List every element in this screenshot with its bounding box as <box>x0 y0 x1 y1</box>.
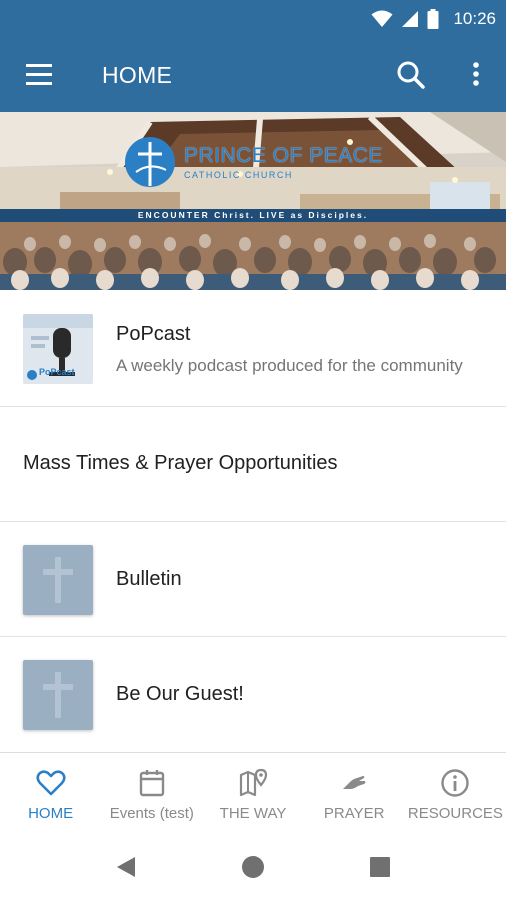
list-item-popcast[interactable]: PoPcast PoPcast A weekly podcast produce… <box>0 290 506 407</box>
status-bar: 10:26 <box>0 0 506 38</box>
list-item-title: Be Our Guest! <box>116 683 244 705</box>
status-icons: 10:26 <box>371 0 496 38</box>
recents-button[interactable] <box>367 854 393 880</box>
nav-tab-the-way[interactable]: THE WAY <box>202 753 303 834</box>
bulletin-thumbnail <box>23 545 93 615</box>
menu-icon <box>26 64 52 85</box>
back-icon <box>117 857 135 877</box>
search-button[interactable] <box>394 58 428 92</box>
nav-label: Events (test) <box>109 805 194 822</box>
nav-label: RESOURCES <box>407 805 503 822</box>
list-item-bulletin[interactable]: Bulletin <box>0 522 506 637</box>
content-list: PoPcast PoPcast A weekly podcast produce… <box>0 290 506 754</box>
menu-button[interactable] <box>22 60 58 90</box>
church-interior-image <box>0 112 506 290</box>
app-bar: HOME <box>0 38 506 112</box>
back-button[interactable] <box>113 854 139 880</box>
nav-label: THE WAY <box>219 805 287 822</box>
list-item-title: Mass Times & Prayer Opportunities <box>23 452 338 474</box>
status-time: 10:26 <box>453 9 496 28</box>
info-icon <box>441 769 470 797</box>
popcast-thumbnail: PoPcast <box>23 314 93 384</box>
banner-tagline: ENCOUNTER Christ. LIVE as Disciples. <box>137 210 369 220</box>
list-item-subtitle: A weekly podcast produced for the commun… <box>116 356 463 375</box>
recents-icon <box>370 857 390 877</box>
home-circle-icon <box>242 856 264 878</box>
cell-signal-icon <box>402 11 419 27</box>
cross-icon <box>43 672 73 718</box>
nav-tab-events[interactable]: Events (test) <box>101 753 202 834</box>
map-pin-icon <box>239 768 268 797</box>
search-icon <box>397 61 425 89</box>
wifi-icon <box>371 10 393 27</box>
cross-icon <box>43 557 73 603</box>
list-item-title: PoPcast <box>116 323 191 345</box>
banner-subtitle: CATHOLIC CHURCH <box>184 170 293 180</box>
calendar-icon <box>139 770 164 797</box>
list-item-mass-times[interactable]: Mass Times & Prayer Opportunities <box>0 407 506 522</box>
nav-tab-home[interactable]: HOME <box>0 753 101 834</box>
banner-title: PRINCE OF PEACE <box>184 144 383 167</box>
guest-thumbnail <box>23 660 93 730</box>
nav-tab-resources[interactable]: RESOURCES <box>405 753 506 834</box>
more-vert-icon <box>473 62 479 86</box>
page-title: HOME <box>102 62 173 88</box>
nav-label: HOME <box>28 805 74 822</box>
popcast-thumb-label: PoPcast <box>39 367 75 377</box>
heart-icon <box>36 770 66 796</box>
list-item-be-our-guest[interactable]: Be Our Guest! <box>0 637 506 754</box>
nav-tab-prayer[interactable]: PRAYER <box>304 753 405 834</box>
battery-icon <box>427 9 439 29</box>
hero-banner[interactable]: PRINCE OF PEACE CATHOLIC CHURCH ENCOUNTE… <box>0 112 506 290</box>
bottom-nav: HOME Events (test) THE WAY PRAYER RESOUR… <box>0 752 506 834</box>
list-item-title: Bulletin <box>116 568 182 590</box>
system-nav-bar <box>0 834 506 900</box>
praying-hand-icon <box>343 776 366 789</box>
home-button[interactable] <box>240 854 266 880</box>
nav-label: PRAYER <box>323 805 385 822</box>
more-options-button[interactable] <box>464 58 488 92</box>
